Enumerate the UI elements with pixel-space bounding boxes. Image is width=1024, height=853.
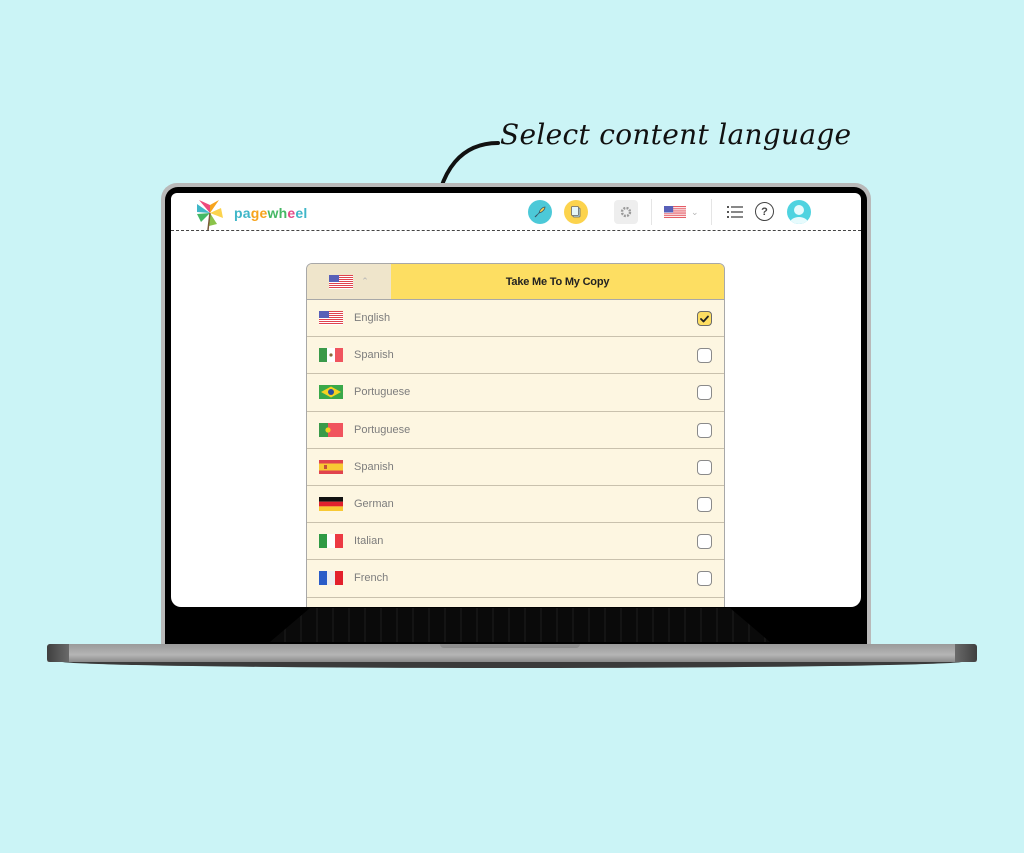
annotation-label: Select content language bbox=[500, 118, 852, 151]
list-icon[interactable] bbox=[726, 203, 744, 221]
pinwheel-logo-icon[interactable] bbox=[193, 196, 227, 230]
header-divider bbox=[711, 199, 712, 225]
current-language-toggle[interactable]: ⌃ bbox=[307, 264, 391, 299]
rocket-icon bbox=[534, 206, 546, 218]
brand-letter: w bbox=[267, 205, 279, 221]
de-flag-icon bbox=[319, 497, 343, 512]
take-me-to-my-copy-button[interactable]: Take Me To My Copy bbox=[391, 264, 724, 299]
language-option[interactable]: Spanish bbox=[307, 337, 724, 375]
help-icon[interactable]: ? bbox=[755, 202, 774, 221]
language-checkbox[interactable] bbox=[697, 385, 712, 401]
brand-letter: p bbox=[234, 205, 243, 221]
language-name: Portuguese bbox=[354, 423, 411, 436]
copy-icon bbox=[571, 206, 581, 218]
gear-icon bbox=[620, 206, 632, 218]
brand-name[interactable]: pagewheel bbox=[234, 205, 307, 221]
language-panel-header: ⌃ Take Me To My Copy bbox=[307, 264, 724, 300]
laptop-base-edge-left bbox=[47, 644, 69, 662]
mx-flag-icon bbox=[319, 348, 343, 363]
language-panel: ⌃ Take Me To My Copy English Spanish Portu… bbox=[306, 263, 725, 607]
language-checkbox[interactable] bbox=[697, 571, 712, 587]
language-option[interactable]: Spanish bbox=[307, 449, 724, 486]
laptop-base-edge-right bbox=[955, 644, 977, 662]
us-flag-icon bbox=[329, 274, 354, 289]
language-option[interactable]: Portuguese bbox=[307, 412, 724, 449]
user-avatar-icon bbox=[790, 205, 808, 224]
app-header: pagewheel ⌄ ? bbox=[171, 193, 861, 231]
language-name: Portuguese bbox=[354, 386, 411, 399]
it-flag-icon bbox=[319, 534, 343, 549]
language-option[interactable]: Italian bbox=[307, 523, 724, 561]
language-option-partial[interactable] bbox=[307, 598, 724, 608]
pt-flag-icon bbox=[319, 422, 343, 437]
user-avatar[interactable] bbox=[787, 200, 811, 224]
language-name: Spanish bbox=[354, 349, 394, 362]
br-flag-icon bbox=[319, 385, 343, 400]
language-name: Spanish bbox=[354, 460, 394, 473]
language-option[interactable]: Portuguese bbox=[307, 374, 724, 412]
brand-letter: h bbox=[278, 205, 288, 221]
fr-flag-icon bbox=[319, 571, 343, 586]
language-checkbox[interactable] bbox=[697, 534, 712, 550]
language-checkbox[interactable] bbox=[697, 422, 712, 438]
header-divider bbox=[651, 199, 652, 225]
language-name: Italian bbox=[354, 535, 384, 548]
us-flag-icon bbox=[319, 311, 343, 326]
language-checkbox[interactable] bbox=[697, 459, 712, 475]
laptop-keyboard-reflection bbox=[270, 608, 770, 642]
language-option[interactable]: English bbox=[307, 300, 724, 338]
laptop-screen: pagewheel ⌄ ? ⌃ Take Me To My Copy Engli… bbox=[171, 193, 861, 607]
language-name: English bbox=[354, 312, 391, 325]
chevron-down-icon: ⌄ bbox=[691, 206, 699, 217]
brand-letter: a bbox=[242, 205, 251, 221]
language-list: English Spanish Portuguese Portuguese Spanis… bbox=[307, 300, 724, 607]
chevron-up-icon: ⌃ bbox=[361, 276, 369, 286]
brand-letter: e bbox=[295, 205, 304, 221]
language-checkbox[interactable] bbox=[697, 348, 712, 364]
language-name: German bbox=[354, 498, 394, 511]
brand-letter: e bbox=[259, 205, 268, 221]
brand-letter: l bbox=[303, 205, 308, 221]
copy-button[interactable] bbox=[564, 200, 588, 224]
language-name: French bbox=[354, 572, 389, 585]
language-option[interactable]: French bbox=[307, 560, 724, 598]
checkmark-icon bbox=[700, 315, 709, 322]
language-option[interactable]: German bbox=[307, 486, 724, 524]
brand-letter: e bbox=[287, 205, 296, 221]
language-checkbox[interactable] bbox=[697, 496, 712, 512]
es-flag-icon bbox=[319, 459, 343, 474]
rocket-button[interactable] bbox=[528, 200, 552, 224]
laptop-notch bbox=[440, 644, 580, 648]
us-flag-icon bbox=[664, 205, 686, 219]
settings-button[interactable] bbox=[614, 200, 638, 224]
language-selector-button[interactable]: ⌄ bbox=[664, 204, 700, 220]
brand-letter: g bbox=[250, 205, 260, 221]
language-checkbox[interactable] bbox=[697, 311, 712, 326]
